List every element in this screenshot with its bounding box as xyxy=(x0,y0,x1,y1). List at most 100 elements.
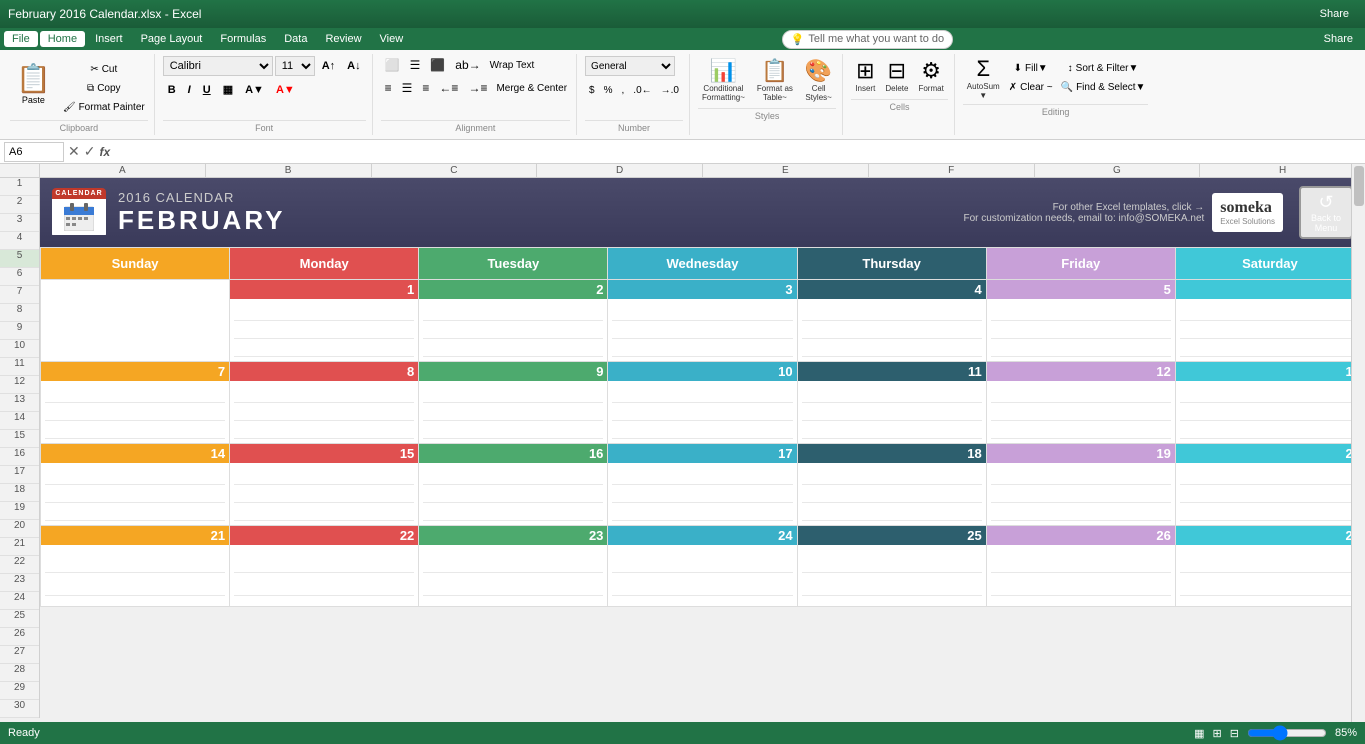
menu-data[interactable]: Data xyxy=(276,31,315,47)
autosum-button[interactable]: Σ AutoSum▼ xyxy=(963,54,1004,102)
wrap-text-button[interactable]: Wrap Text xyxy=(487,56,538,74)
calendar-cell-13[interactable]: 13 xyxy=(1176,362,1364,443)
merge-center-button[interactable]: Merge & Center xyxy=(493,79,570,97)
decrease-decimal-button[interactable]: .0← xyxy=(629,83,655,98)
insert-cells-button[interactable]: ⊞ Insert xyxy=(851,56,879,95)
fill-color-button[interactable]: A▼ xyxy=(240,82,269,98)
calendar-cell-17[interactable]: 17 xyxy=(608,444,796,525)
calendar-cell-21[interactable]: 21 xyxy=(41,526,229,606)
menu-home[interactable]: Home xyxy=(40,31,85,47)
find-select-button[interactable]: 🔍 Find & Select▼ xyxy=(1058,79,1149,97)
menu-insert[interactable]: Insert xyxy=(87,31,131,47)
calendar-icon-svg xyxy=(64,203,94,231)
font-decrease-button[interactable]: A↓ xyxy=(342,58,365,74)
row-num-7: 7 xyxy=(0,286,39,304)
percent-button[interactable]: % xyxy=(600,83,617,98)
italic-button[interactable]: I xyxy=(183,82,196,98)
fill-button[interactable]: ⬇ Fill▼ xyxy=(1006,60,1056,78)
share-btn[interactable]: Share xyxy=(1316,31,1361,47)
calendar-cell-26[interactable]: 26 xyxy=(987,526,1175,606)
calendar-cell-25[interactable]: 25 xyxy=(798,526,986,606)
row-num-22: 22 xyxy=(0,556,39,574)
clear-button[interactable]: ✗ Clear ~ xyxy=(1006,79,1056,97)
align-right-button[interactable]: ≡ xyxy=(418,79,433,97)
normal-view-icon[interactable]: ▦ xyxy=(1194,727,1204,740)
currency-button[interactable]: $ xyxy=(585,83,599,98)
calendar-cell-6[interactable]: 6 xyxy=(1176,280,1364,361)
font-content: Calibri 11 A↑ A↓ B I U ▦ A▼ A▼ xyxy=(163,54,366,118)
increase-indent-button[interactable]: →≡ xyxy=(464,79,491,97)
calendar-cell-12[interactable]: 12 xyxy=(987,362,1175,443)
calendar-cell-10[interactable]: 10 xyxy=(608,362,796,443)
number-format-select[interactable]: General xyxy=(585,56,675,76)
paste-button[interactable]: 📋 Paste xyxy=(10,56,57,110)
vertical-scrollbar[interactable] xyxy=(1351,178,1365,718)
cancel-formula-button[interactable]: ✕ xyxy=(68,143,80,160)
calendar-cell-4[interactable]: 4 xyxy=(798,280,986,361)
calendar-cell-7[interactable]: 7 xyxy=(41,362,229,443)
back-to-menu-button[interactable]: ↺ Back to Menu xyxy=(1299,186,1353,239)
page-break-preview-icon[interactable]: ⊟ xyxy=(1230,727,1239,740)
calendar-cell-23[interactable]: 23 xyxy=(419,526,607,606)
underline-button[interactable]: U xyxy=(198,82,216,98)
delete-cells-button[interactable]: ⊟ Delete xyxy=(881,56,912,95)
format-cells-button[interactable]: ⚙ Format xyxy=(914,56,947,95)
zoom-slider[interactable] xyxy=(1247,725,1327,741)
insert-function-button[interactable]: fx xyxy=(99,145,110,159)
calendar-cell-27[interactable]: 27 xyxy=(1176,526,1364,606)
page-layout-icon[interactable]: ⊞ xyxy=(1213,727,1222,740)
calendar-cell-22[interactable]: 22 xyxy=(230,526,418,606)
row-num-24: 24 xyxy=(0,592,39,610)
calendar-cell-empty-1[interactable] xyxy=(41,280,229,361)
menu-review[interactable]: Review xyxy=(317,31,369,47)
align-bottom-button[interactable]: ⬛ xyxy=(426,56,449,74)
decrease-indent-button[interactable]: ←≡ xyxy=(435,79,462,97)
calendar-cell-8[interactable]: 8 xyxy=(230,362,418,443)
format-painter-button[interactable]: 🖌 Format Painter xyxy=(60,98,148,116)
copy-button[interactable]: ⧉ Copy xyxy=(60,79,148,97)
calendar-cell-16[interactable]: 16 xyxy=(419,444,607,525)
cell-line xyxy=(612,467,792,485)
calendar-cell-20[interactable]: 20 xyxy=(1176,444,1364,525)
share-button[interactable]: Share xyxy=(1312,6,1357,22)
calendar-cell-19[interactable]: 19 xyxy=(987,444,1175,525)
menu-formulas[interactable]: Formulas xyxy=(212,31,274,47)
border-button[interactable]: ▦ xyxy=(218,81,238,98)
confirm-formula-button[interactable]: ✓ xyxy=(84,143,96,160)
text-direction-button[interactable]: ab→ xyxy=(451,56,484,74)
calendar-cell-14[interactable]: 14 xyxy=(41,444,229,525)
cell-styles-button[interactable]: 🎨 CellStyles~ xyxy=(801,56,836,104)
sort-filter-button[interactable]: ↕ Sort & Filter▼ xyxy=(1058,60,1149,78)
comma-button[interactable]: , xyxy=(618,83,629,98)
menu-file[interactable]: File xyxy=(4,31,38,47)
font-size-select[interactable]: 11 xyxy=(275,56,315,76)
calendar-cell-2[interactable]: 2 xyxy=(419,280,607,361)
row-num-26: 26 xyxy=(0,628,39,646)
font-increase-button[interactable]: A↑ xyxy=(317,58,340,74)
calendar-cell-15[interactable]: 15 xyxy=(230,444,418,525)
align-middle-button[interactable]: ☰ xyxy=(406,56,425,74)
calendar-cell-11[interactable]: 11 xyxy=(798,362,986,443)
align-center-button[interactable]: ☰ xyxy=(398,79,417,97)
font-name-select[interactable]: Calibri xyxy=(163,56,273,76)
calendar-cell-5[interactable]: 5 xyxy=(987,280,1175,361)
formula-input[interactable] xyxy=(114,142,1361,162)
conditional-formatting-button[interactable]: 📊 ConditionalFormatting~ xyxy=(698,56,749,104)
calendar-cell-24[interactable]: 24 xyxy=(608,526,796,606)
calendar-cell-9[interactable]: 9 xyxy=(419,362,607,443)
tell-me-box[interactable]: 💡 Tell me what you want to do xyxy=(782,30,953,49)
calendar-cell-1[interactable]: 1 xyxy=(230,280,418,361)
menu-pagelayout[interactable]: Page Layout xyxy=(133,31,211,47)
align-left-button[interactable]: ≡ xyxy=(381,79,396,97)
scrollbar-thumb[interactable] xyxy=(1354,178,1364,206)
calendar-cell-3[interactable]: 3 xyxy=(608,280,796,361)
cell-reference-box[interactable]: A6 xyxy=(4,142,64,162)
bold-button[interactable]: B xyxy=(163,82,181,98)
align-top-button[interactable]: ⬜ xyxy=(381,56,404,74)
calendar-cell-18[interactable]: 18 xyxy=(798,444,986,525)
cut-button[interactable]: ✂ Cut xyxy=(60,60,148,78)
menu-view[interactable]: View xyxy=(372,31,412,47)
font-color-button[interactable]: A▼ xyxy=(271,82,300,98)
increase-decimal-button[interactable]: →.0 xyxy=(657,83,683,98)
format-as-table-button[interactable]: 📋 Format asTable~ xyxy=(753,56,797,104)
